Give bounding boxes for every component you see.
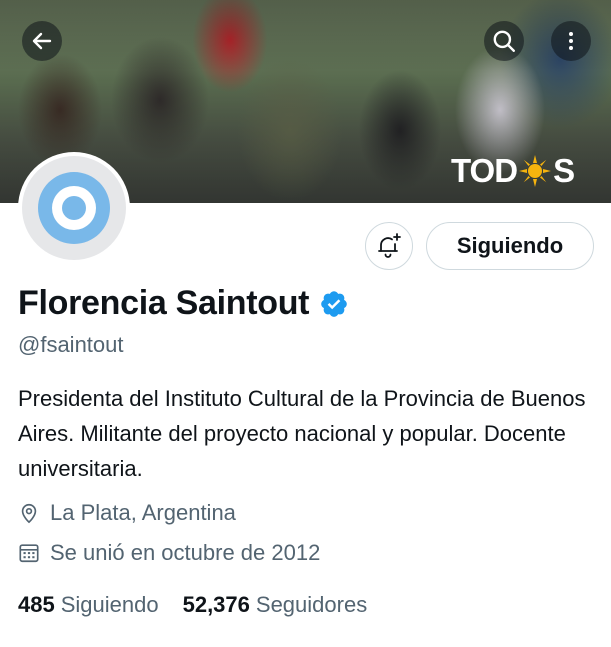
- more-vertical-icon: [569, 32, 573, 50]
- brand-text-right: S: [553, 152, 575, 189]
- following-stat[interactable]: 485 Siguiendo: [18, 592, 159, 618]
- profile-joined: Se unió en octubre de 2012: [18, 540, 320, 566]
- following-label: Siguiendo: [60, 592, 159, 617]
- follow-stats: 485 Siguiendo 52,376 Seguidores: [18, 592, 391, 618]
- back-button[interactable]: [22, 21, 62, 61]
- profile-bio: Presidenta del Instituto Cultural de la …: [18, 386, 586, 481]
- avatar-image: [22, 156, 126, 260]
- todos-logo: TOD S: [451, 152, 575, 190]
- search-icon: [493, 30, 515, 52]
- profile-name: Florencia Saintout: [18, 284, 310, 322]
- avatar[interactable]: [18, 152, 130, 264]
- followers-stat[interactable]: 52,376 Seguidores: [183, 592, 368, 618]
- profile-location: La Plata, Argentina: [18, 500, 236, 526]
- brand-text-left: TOD: [451, 152, 518, 189]
- profile-name-row: Florencia Saintout: [18, 284, 349, 323]
- more-options-button[interactable]: [551, 21, 591, 61]
- joined-text: Se unió en octubre de 2012: [50, 540, 321, 565]
- following-button[interactable]: Siguiendo: [426, 222, 594, 270]
- sun-icon: [519, 155, 552, 187]
- location-text: La Plata, Argentina: [50, 500, 236, 525]
- calendar-icon: [19, 544, 39, 563]
- profile-handle: @fsaintout: [18, 332, 124, 357]
- search-button[interactable]: [484, 21, 524, 61]
- verified-badge-icon[interactable]: [319, 289, 349, 319]
- arrow-left-icon: [32, 32, 52, 50]
- followers-count: 52,376: [182, 592, 250, 617]
- following-count: 485: [18, 592, 55, 617]
- bell-plus-icon: [378, 233, 401, 258]
- notifications-button[interactable]: [365, 222, 413, 270]
- followers-label: Seguidores: [255, 592, 368, 617]
- location-pin-icon: [21, 503, 37, 524]
- argentina-roundel-icon: [38, 172, 110, 244]
